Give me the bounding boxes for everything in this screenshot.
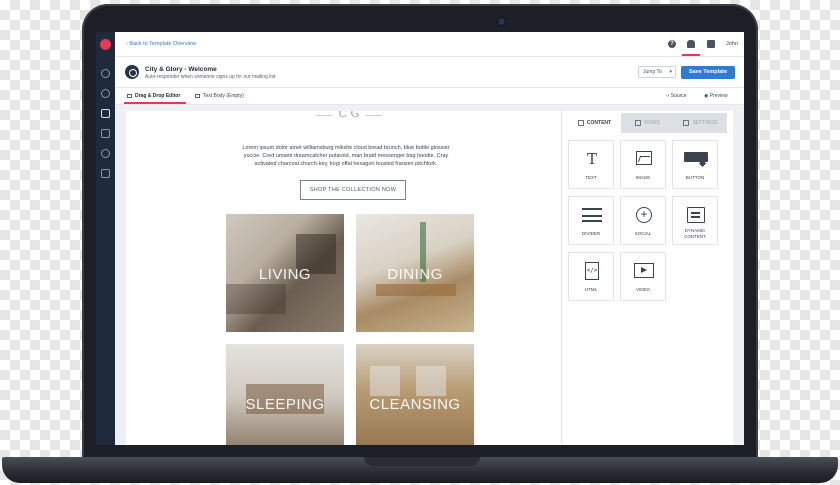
source-button[interactable]: ‹› Source (666, 93, 687, 99)
panel-tabs: CONTENT ROWS SETTINGS (568, 113, 727, 133)
laptop-base (2, 457, 838, 483)
content-panel: CONTENT ROWS SETTINGS T TEXT IMAGE BUTTO… (562, 111, 733, 445)
tab-rows[interactable]: ROWS (621, 113, 674, 133)
tab-text-body[interactable]: Text Body (Empty) (195, 93, 244, 99)
drag-drop-icon (127, 93, 132, 98)
text-body-icon (195, 93, 200, 98)
user-menu[interactable]: John (726, 41, 738, 47)
template-header: City & Glory - Welcome Auto-responder wh… (115, 57, 744, 88)
tile-cleansing[interactable]: CLEANSING (356, 344, 474, 445)
template-avatar (125, 65, 139, 79)
block-button-label: BUTTON (685, 175, 705, 180)
block-html-label: HTML (584, 287, 598, 292)
block-image-label: IMAGE (635, 175, 651, 180)
clipboard-icon[interactable] (707, 40, 715, 48)
settings-icon (683, 119, 690, 126)
top-bar: ‹ Back to Template Overview ? John (115, 32, 744, 57)
brand-logo-icon[interactable] (100, 39, 111, 50)
active-tab-indicator (124, 102, 186, 104)
text-icon: T (586, 150, 597, 168)
tile-sleeping[interactable]: SLEEPING (226, 344, 344, 445)
block-button[interactable]: BUTTON (672, 140, 718, 189)
templates-icon[interactable] (101, 109, 110, 118)
tab-settings-label: SETTINGS (692, 120, 718, 126)
image-icon (636, 151, 652, 165)
block-social[interactable]: + SOCIAL (620, 196, 666, 245)
block-video-label: VIDEO (635, 287, 650, 292)
block-dynamic-content[interactable]: DYNAMIC CONTENT (672, 196, 718, 245)
preview-label: Preview (709, 93, 728, 99)
tab-content-label: CONTENT (586, 120, 612, 126)
audience-icon[interactable] (101, 149, 110, 158)
editor-tabs: Drag & Drop Editor Text Body (Empty) ‹› … (115, 88, 744, 105)
sofa-shape (226, 284, 286, 314)
jump-to-select[interactable]: Jump To ▾ (638, 66, 676, 78)
jump-to-label: Jump To (643, 69, 662, 75)
tile-living[interactable]: LIVING (226, 214, 344, 332)
automation-icon[interactable] (101, 89, 110, 98)
tab-text-body-label: Text Body (Empty) (203, 93, 244, 99)
rows-icon (635, 119, 642, 126)
block-video[interactable]: VIDEO (620, 252, 666, 301)
block-divider[interactable]: DIVIDER (568, 196, 614, 245)
shop-collection-button[interactable]: SHOP THE COLLECTION NOW (300, 180, 406, 200)
back-to-overview-link[interactable]: ‹ Back to Template Overview (126, 41, 196, 47)
dashboard-icon[interactable] (101, 69, 110, 78)
block-text[interactable]: T TEXT (568, 140, 614, 189)
tab-drag-drop-label: Drag & Drop Editor (135, 93, 181, 99)
block-dynamic-label: DYNAMIC CONTENT (684, 228, 706, 239)
tile-sleeping-label: SLEEPING (245, 396, 325, 413)
reports-icon[interactable] (101, 169, 110, 178)
email-logo: C G (316, 111, 382, 123)
source-label: Source (670, 93, 687, 99)
block-text-label: TEXT (585, 175, 597, 180)
bell-icon[interactable] (687, 40, 695, 48)
table-shape (376, 284, 456, 296)
block-html[interactable]: </> HTML (568, 252, 614, 301)
camera-dot (498, 18, 505, 25)
editor-workspace: C G Lorem ipsum dolor amet williamsburg … (115, 105, 744, 445)
tab-content[interactable]: CONTENT (568, 113, 621, 133)
help-icon[interactable]: ? (668, 40, 676, 48)
back-link-label: Back to Template Overview (129, 41, 196, 47)
tile-dining[interactable]: DINING (356, 214, 474, 332)
mirror-left-shape (370, 366, 400, 396)
template-subtitle: Auto-responder when someone signs up for… (145, 74, 276, 80)
app-screen: ‹ Back to Template Overview ? John City … (96, 32, 744, 445)
block-social-label: SOCIAL (634, 231, 652, 236)
tile-dining-label: DINING (387, 266, 443, 283)
button-icon (684, 152, 708, 162)
campaigns-icon[interactable] (101, 129, 110, 138)
laptop-notch (364, 457, 480, 466)
tile-cleansing-label: CLEANSING (369, 396, 461, 413)
email-body-text[interactable]: Lorem ipsum dolor amet williamsburg mlks… (234, 144, 458, 168)
divider-icon (582, 208, 602, 222)
tab-rows-label: ROWS (644, 120, 660, 126)
template-title: City & Glory - Welcome (145, 66, 217, 73)
bell-active-indicator (682, 54, 700, 56)
dynamic-content-icon (687, 207, 705, 223)
email-canvas[interactable]: C G Lorem ipsum dolor amet williamsburg … (126, 111, 562, 445)
block-divider-label: DIVIDER (581, 231, 601, 236)
tab-drag-drop-editor[interactable]: Drag & Drop Editor (127, 93, 180, 99)
html-file-icon: </> (585, 262, 599, 280)
nav-rail (96, 32, 115, 445)
video-icon (634, 263, 654, 278)
tile-living-label: LIVING (258, 266, 312, 283)
block-image[interactable]: IMAGE (620, 140, 666, 189)
mirror-right-shape (416, 366, 446, 396)
save-template-button[interactable]: Save Template (681, 66, 735, 79)
tab-settings[interactable]: SETTINGS (674, 113, 727, 133)
social-plus-icon: + (636, 207, 652, 223)
preview-button[interactable]: ◉ Preview (704, 93, 728, 99)
grid-icon (577, 119, 584, 126)
chevron-down-icon: ▾ (669, 69, 672, 75)
